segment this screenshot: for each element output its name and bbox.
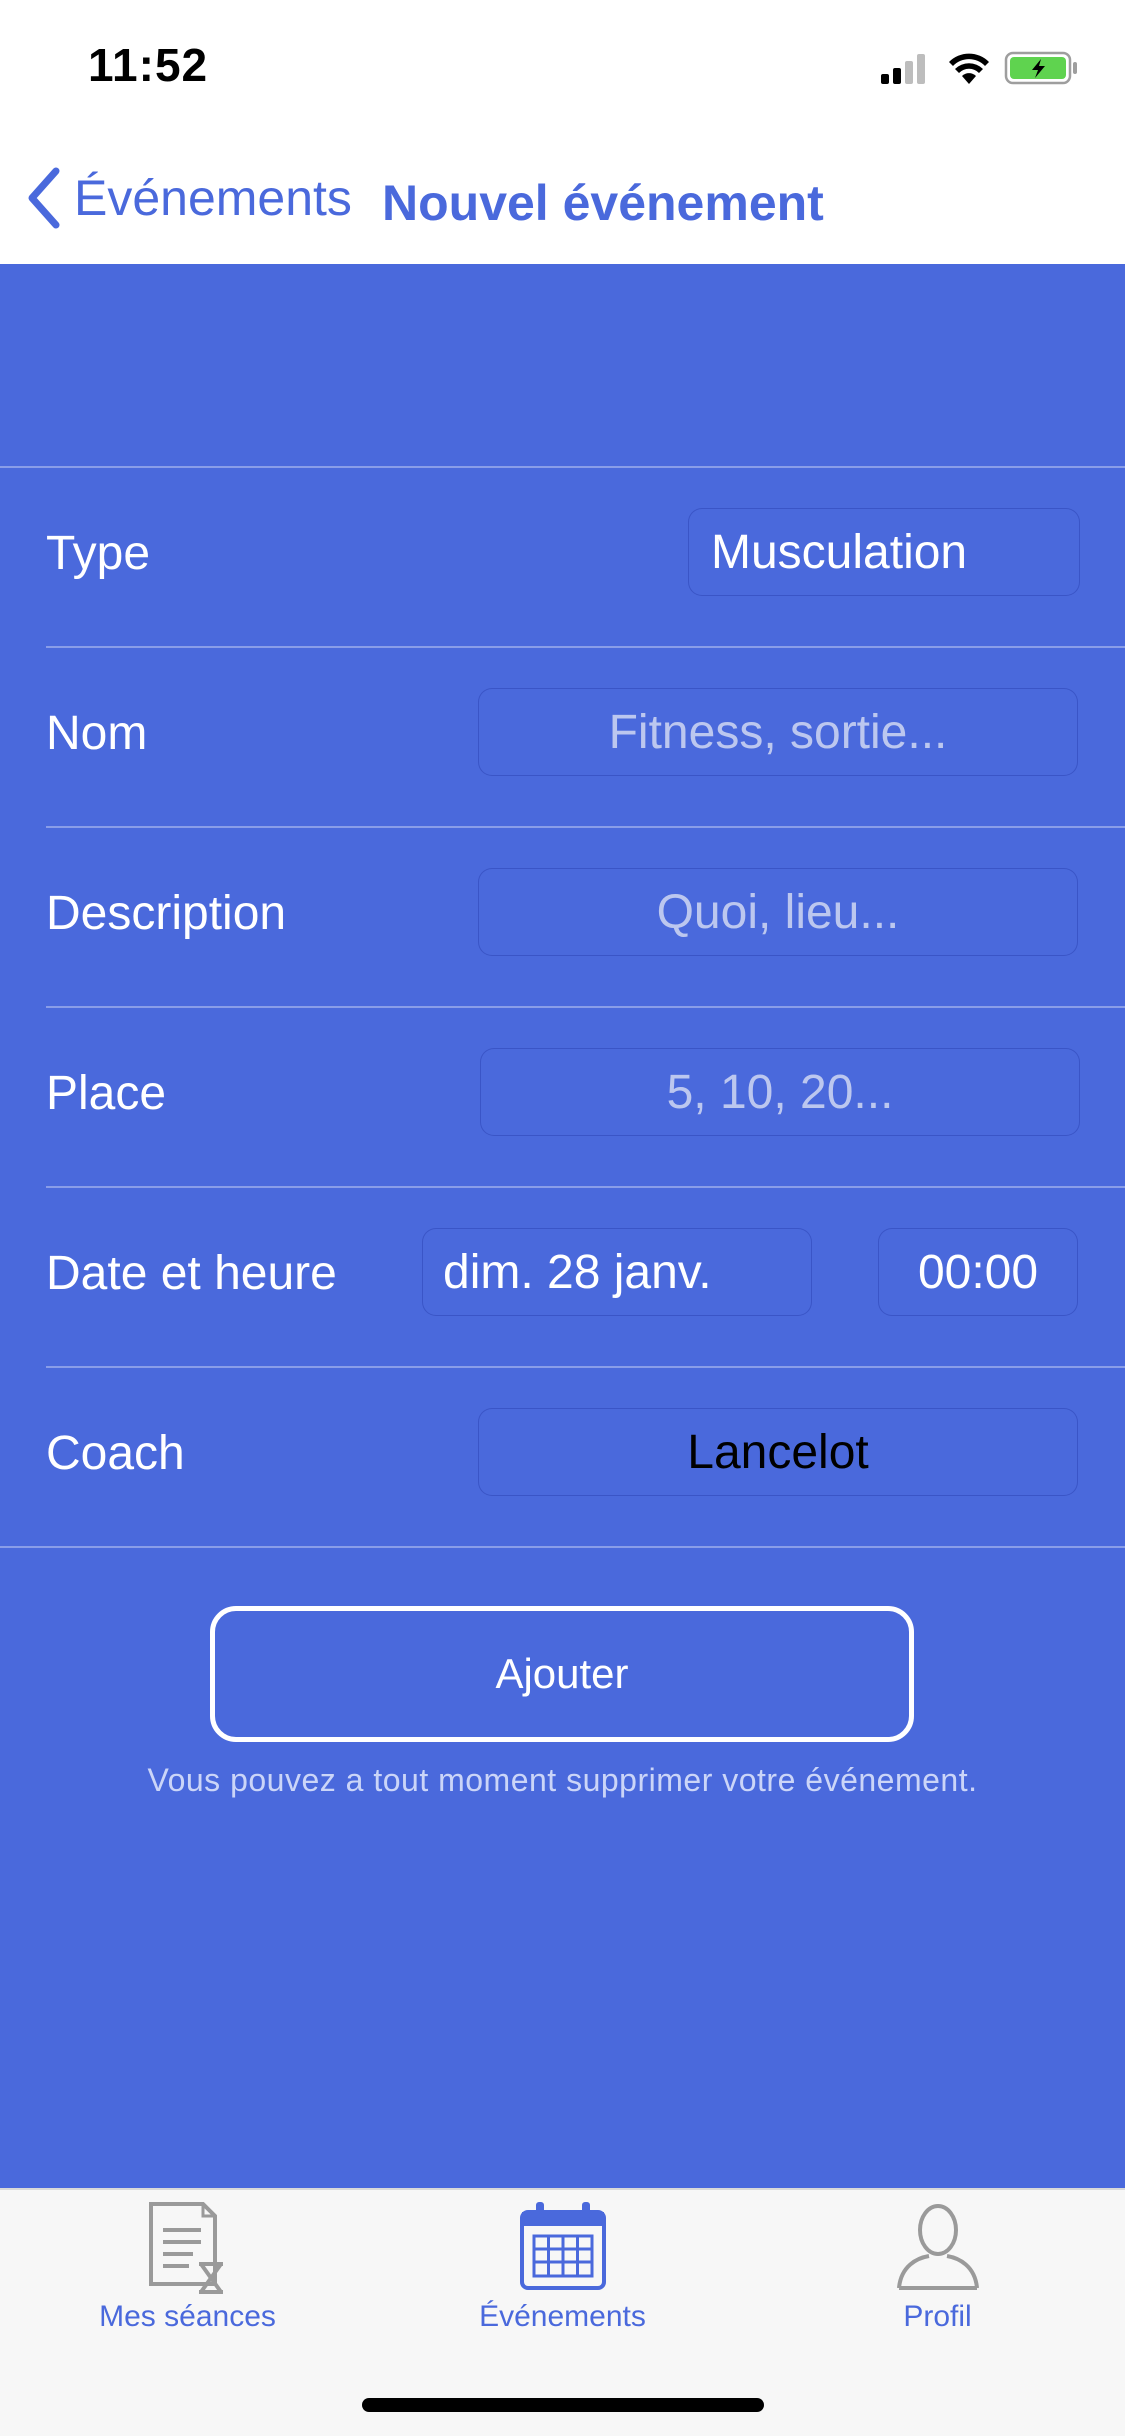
- tab-label: Événements: [479, 2300, 646, 2333]
- navigation-bar: Événements Nouvel événement: [0, 132, 1125, 264]
- date-picker[interactable]: dim. 28 janv.: [422, 1228, 812, 1316]
- place-placeholder: 5, 10, 20...: [666, 1065, 894, 1119]
- divider: [0, 466, 1125, 468]
- tab-label: Mes séances: [99, 2300, 276, 2333]
- datetime-label: Date et heure: [46, 1247, 337, 1300]
- form-content: Type Musculation Nom Fitness, sortie... …: [0, 264, 1125, 2188]
- add-button-label: Ajouter: [495, 1650, 629, 1697]
- add-button[interactable]: Ajouter: [210, 1606, 914, 1742]
- status-time: 11:52: [88, 39, 209, 91]
- time-value: 00:00: [917, 1245, 1039, 1299]
- time-picker[interactable]: 00:00: [878, 1228, 1078, 1316]
- cellular-signal-icon: [881, 54, 925, 84]
- calendar-icon: [519, 2202, 606, 2290]
- nom-label: Nom: [46, 707, 148, 760]
- tab-profil[interactable]: Profil: [750, 2200, 1125, 2340]
- tab-evenements[interactable]: Événements: [375, 2200, 750, 2340]
- chevron-left-icon: [28, 167, 60, 229]
- date-value: dim. 28 janv.: [443, 1245, 712, 1299]
- coach-label: Coach: [46, 1427, 185, 1480]
- status-bar: 11:52: [0, 0, 1125, 132]
- coach-select[interactable]: Lancelot: [478, 1408, 1078, 1496]
- type-label: Type: [46, 527, 151, 580]
- sessions-icon: [148, 2202, 223, 2294]
- divider: [46, 1006, 1125, 1008]
- type-value: Musculation: [711, 525, 968, 579]
- type-select[interactable]: Musculation: [688, 508, 1080, 596]
- description-input[interactable]: Quoi, lieu...: [478, 868, 1078, 956]
- divider: [46, 1366, 1125, 1368]
- divider: [0, 1546, 1125, 1548]
- divider: [46, 1186, 1125, 1188]
- delete-hint-text: Vous pouvez a tout moment supprimer votr…: [147, 1762, 978, 1798]
- nom-input[interactable]: Fitness, sortie...: [478, 688, 1078, 776]
- wifi-icon: [949, 53, 989, 84]
- battery-icon: [1004, 51, 1077, 85]
- status-icons: [881, 51, 1077, 85]
- tab-label: Profil: [903, 2300, 972, 2333]
- page-title: Nouvel événement: [382, 175, 824, 231]
- back-button[interactable]: Événements: [24, 162, 352, 234]
- home-indicator: [362, 2398, 764, 2412]
- divider: [46, 646, 1125, 648]
- back-label: Événements: [74, 170, 352, 226]
- nom-placeholder: Fitness, sortie...: [608, 705, 948, 759]
- place-label: Place: [46, 1067, 167, 1120]
- tab-mes-seances[interactable]: Mes séances: [0, 2200, 375, 2340]
- profile-icon: [896, 2204, 979, 2290]
- description-placeholder: Quoi, lieu...: [656, 885, 900, 939]
- description-label: Description: [46, 887, 287, 940]
- place-input[interactable]: 5, 10, 20...: [480, 1048, 1080, 1136]
- coach-value: Lancelot: [687, 1425, 869, 1479]
- divider: [46, 826, 1125, 828]
